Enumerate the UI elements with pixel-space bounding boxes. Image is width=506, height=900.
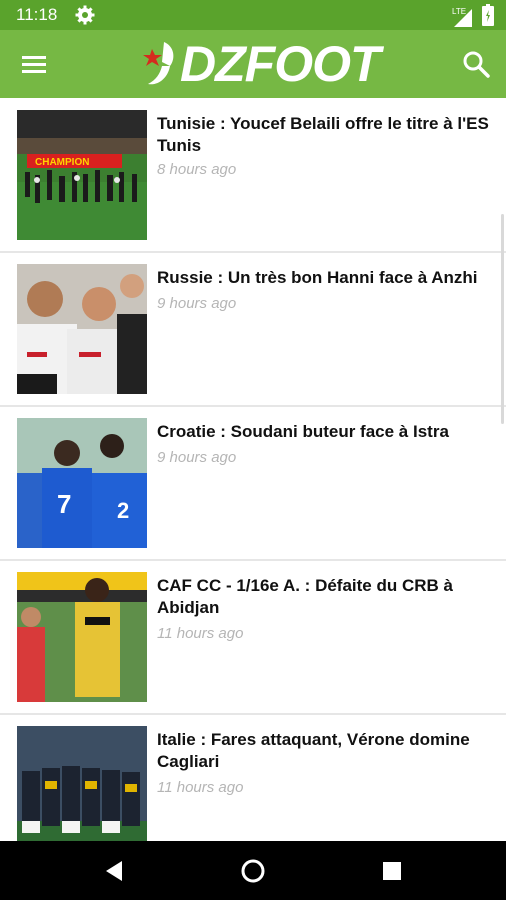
champion-banner-text: CHAMPION (35, 157, 89, 168)
app-bar: DZFOOT (0, 30, 506, 98)
status-icons: LTE (452, 4, 494, 31)
back-icon[interactable] (98, 855, 130, 887)
article-list: CHAMPION Tunisie : Youcef Belaili offre … (0, 99, 506, 841)
article-title: Croatie : Soudani buteur face à Istra (157, 422, 449, 441)
jersey-number: 2 (117, 498, 129, 523)
search-icon[interactable] (460, 48, 492, 80)
navigation-bar (0, 841, 506, 900)
logo-text: DZFOOT (180, 36, 381, 92)
recents-icon[interactable] (376, 855, 408, 887)
article-thumbnail: 7 2 (17, 418, 147, 548)
hamburger-menu-icon[interactable] (18, 50, 52, 78)
jersey-number: 7 (57, 489, 71, 519)
network-label: LTE (452, 6, 467, 16)
article-title: CAF CC - 1/16e A. : Défaite du CRB à Abi… (157, 576, 453, 617)
signal-icon: LTE (452, 7, 474, 29)
article-title: Tunisie : Youcef Belaili offre le titre … (157, 114, 489, 155)
article-item[interactable]: 7 2 Croatie : Soudani buteur face à Istr… (0, 407, 506, 561)
scrollbar[interactable] (501, 214, 504, 424)
article-time: 9 hours ago (157, 295, 237, 312)
article-thumbnail: CHAMPION (17, 110, 147, 240)
home-icon[interactable] (237, 855, 269, 887)
status-time: 11:18 (16, 5, 58, 24)
article-title: Italie : Fares attaquant, Vérone domine … (157, 730, 470, 771)
article-time: 11 hours ago (157, 779, 244, 796)
article-time: 11 hours ago (157, 625, 244, 642)
article-item[interactable]: CAF CC - 1/16e A. : Défaite du CRB à Abi… (0, 561, 506, 715)
article-time: 9 hours ago (157, 449, 237, 466)
article-thumbnail (17, 264, 147, 394)
article-item[interactable]: Russie : Un très bon Hanni face à Anzhi … (0, 253, 506, 407)
logo: DZFOOT (140, 36, 381, 92)
article-item[interactable]: CHAMPION Tunisie : Youcef Belaili offre … (0, 99, 506, 253)
gear-icon (75, 5, 95, 30)
article-thumbnail (17, 726, 147, 841)
article-title: Russie : Un très bon Hanni face à Anzhi (157, 268, 478, 287)
article-time: 8 hours ago (157, 161, 237, 178)
battery-icon (482, 4, 494, 31)
logo-emblem (143, 42, 174, 85)
article-thumbnail (17, 572, 147, 702)
status-bar: 11:18 LTE (0, 0, 506, 30)
article-item[interactable]: Italie : Fares attaquant, Vérone domine … (0, 715, 506, 841)
